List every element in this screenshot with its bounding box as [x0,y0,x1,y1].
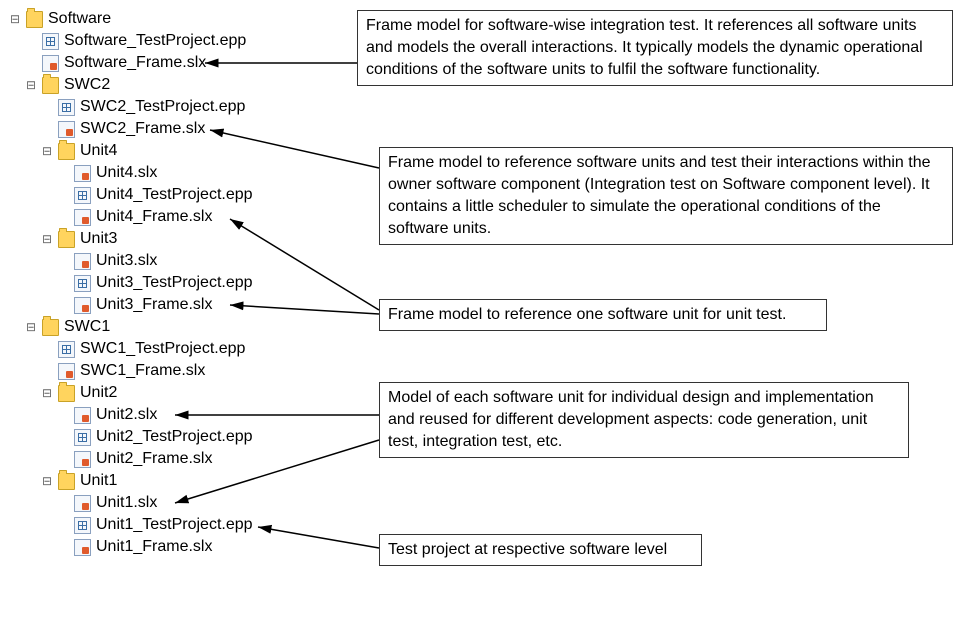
folder-icon [58,231,75,248]
epp-file-icon [42,33,59,50]
tree-node-unit4-testproject[interactable]: · Unit4_TestProject.epp [8,184,253,206]
collapse-icon[interactable]: ⊟ [40,232,54,246]
tree-node-swc2-frame[interactable]: · SWC2_Frame.slx [8,118,253,140]
tree-label: Unit4_Frame.slx [96,206,212,228]
collapse-icon[interactable]: ⊟ [24,320,38,334]
epp-file-icon [74,429,91,446]
collapse-icon[interactable]: ⊟ [40,144,54,158]
slx-file-icon [74,539,91,556]
slx-file-icon [74,451,91,468]
slx-file-icon [58,363,75,380]
folder-icon [42,319,59,336]
tree-label: Software [48,8,111,30]
tree-label: SWC2_Frame.slx [80,118,205,140]
tree-node-unit4-frame[interactable]: · Unit4_Frame.slx [8,206,253,228]
file-tree: ⊟ Software · Software_TestProject.epp · … [8,8,253,558]
tree-node-unit1-frame[interactable]: · Unit1_Frame.slx [8,536,253,558]
slx-file-icon [74,253,91,270]
epp-file-icon [74,275,91,292]
tree-node-swc1[interactable]: ⊟ SWC1 [8,316,253,338]
tree-label: Unit2_Frame.slx [96,448,212,470]
tree-label: Unit1.slx [96,492,157,514]
collapse-icon[interactable]: ⊟ [8,12,22,26]
callout-swc-frame: Frame model to reference software units … [379,147,953,245]
epp-file-icon [74,187,91,204]
tree-label: Unit3_TestProject.epp [96,272,253,294]
callout-test-project: Test project at respective software leve… [379,534,702,566]
tree-label: Software_Frame.slx [64,52,206,74]
tree-label: Unit4 [80,140,117,162]
slx-file-icon [74,165,91,182]
collapse-icon[interactable]: ⊟ [40,386,54,400]
tree-label: SWC1 [64,316,110,338]
tree-node-software-testproject[interactable]: · Software_TestProject.epp [8,30,253,52]
slx-file-icon [74,407,91,424]
tree-node-swc2[interactable]: ⊟ SWC2 [8,74,253,96]
folder-icon [58,385,75,402]
epp-file-icon [58,341,75,358]
collapse-icon[interactable]: ⊟ [24,78,38,92]
tree-label: Unit3 [80,228,117,250]
callout-unit-model: Model of each software unit for individu… [379,382,909,458]
slx-file-icon [74,297,91,314]
tree-node-swc1-testproject[interactable]: · SWC1_TestProject.epp [8,338,253,360]
tree-node-unit3[interactable]: ⊟ Unit3 [8,228,253,250]
slx-file-icon [74,495,91,512]
tree-node-unit4[interactable]: ⊟ Unit4 [8,140,253,162]
tree-node-software-frame[interactable]: · Software_Frame.slx [8,52,253,74]
slx-file-icon [42,55,59,72]
tree-node-swc1-frame[interactable]: · SWC1_Frame.slx [8,360,253,382]
slx-file-icon [58,121,75,138]
callout-unit-frame: Frame model to reference one software un… [379,299,827,331]
folder-icon [58,473,75,490]
tree-node-swc2-testproject[interactable]: · SWC2_TestProject.epp [8,96,253,118]
tree-label: Unit1_Frame.slx [96,536,212,558]
slx-file-icon [74,209,91,226]
tree-label: Software_TestProject.epp [64,30,246,52]
tree-node-unit2-testproject[interactable]: · Unit2_TestProject.epp [8,426,253,448]
tree-node-unit2-slx[interactable]: · Unit2.slx [8,404,253,426]
callout-software-frame: Frame model for software-wise integratio… [357,10,953,86]
tree-label: Unit2 [80,382,117,404]
tree-label: Unit3.slx [96,250,157,272]
tree-label: SWC1_Frame.slx [80,360,205,382]
tree-node-unit2[interactable]: ⊟ Unit2 [8,382,253,404]
diagram-canvas: ⊟ Software · Software_TestProject.epp · … [0,0,980,629]
tree-label: Unit3_Frame.slx [96,294,212,316]
epp-file-icon [58,99,75,116]
tree-label: Unit2.slx [96,404,157,426]
tree-node-unit4-slx[interactable]: · Unit4.slx [8,162,253,184]
folder-icon [42,77,59,94]
tree-label: SWC2_TestProject.epp [80,96,245,118]
epp-file-icon [74,517,91,534]
tree-label: Unit4_TestProject.epp [96,184,253,206]
tree-node-unit3-slx[interactable]: · Unit3.slx [8,250,253,272]
tree-node-unit2-frame[interactable]: · Unit2_Frame.slx [8,448,253,470]
tree-label: Unit4.slx [96,162,157,184]
tree-node-unit1-testproject[interactable]: · Unit1_TestProject.epp [8,514,253,536]
tree-node-unit3-testproject[interactable]: · Unit3_TestProject.epp [8,272,253,294]
tree-label: SWC2 [64,74,110,96]
folder-icon [58,143,75,160]
tree-label: Unit2_TestProject.epp [96,426,253,448]
tree-node-unit3-frame[interactable]: · Unit3_Frame.slx [8,294,253,316]
folder-icon [26,11,43,28]
tree-node-unit1[interactable]: ⊟ Unit1 [8,470,253,492]
collapse-icon[interactable]: ⊟ [40,474,54,488]
tree-label: SWC1_TestProject.epp [80,338,245,360]
tree-label: Unit1 [80,470,117,492]
tree-node-unit1-slx[interactable]: · Unit1.slx [8,492,253,514]
tree-label: Unit1_TestProject.epp [96,514,253,536]
tree-node-software[interactable]: ⊟ Software [8,8,253,30]
